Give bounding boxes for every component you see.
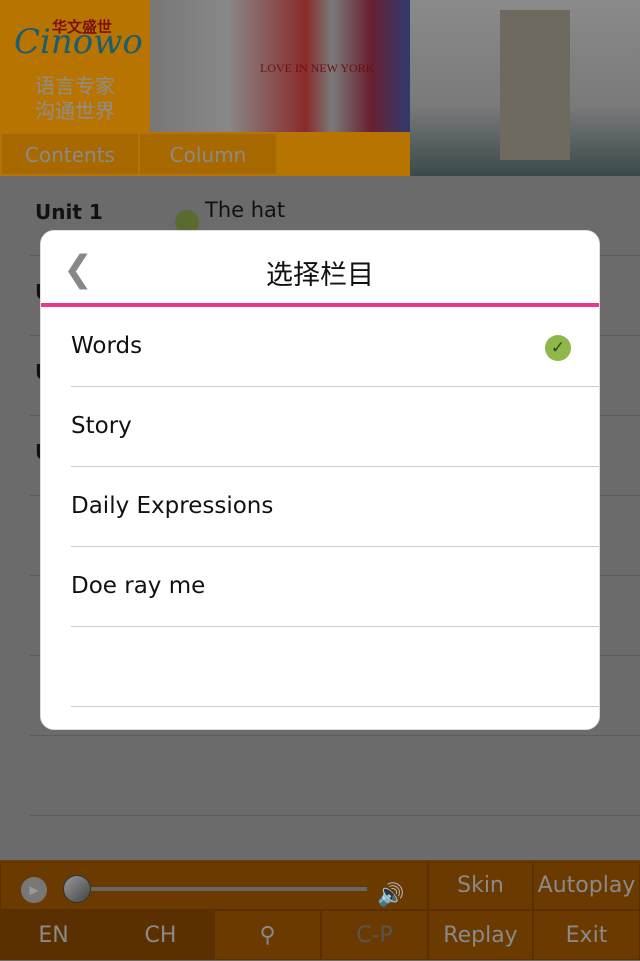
slogan-line2: 沟通世界	[35, 99, 115, 123]
slogan: 语言专家 沟通世界	[0, 74, 150, 124]
logo: Cinowo 华文盛世 语言专家 沟通世界	[0, 0, 150, 132]
list-item	[30, 736, 640, 816]
skin-button[interactable]: Skin	[428, 862, 533, 910]
exit-button[interactable]: Exit	[533, 910, 640, 960]
logo-cn: 华文盛世	[52, 18, 113, 36]
option-doe-ray-me[interactable]: Doe ray me	[71, 547, 599, 627]
option-label: Story	[71, 413, 132, 439]
check-icon: ✓	[545, 335, 571, 361]
en-button[interactable]: EN	[0, 910, 107, 960]
option-label: Daily Expressions	[71, 493, 274, 519]
unit-label: Unit 1	[35, 200, 103, 224]
option-label: Words	[71, 333, 143, 359]
option-empty	[71, 627, 599, 707]
option-label: Doe ray me	[71, 573, 206, 599]
option-story[interactable]: Story	[71, 387, 599, 467]
tab-column[interactable]: Column	[140, 134, 276, 174]
replay-button[interactable]: Replay	[428, 910, 533, 960]
search-button[interactable]: ⚲	[214, 910, 321, 960]
ch-button[interactable]: CH	[107, 910, 214, 960]
bottom-toolbar: ▶ 🔊 Skin Autoplay EN CH ⚲ C-P Replay Exi…	[0, 860, 640, 960]
audio-player: ▶ 🔊	[0, 862, 428, 910]
tower-bridge-photo	[410, 0, 640, 176]
play-icon[interactable]: ▶	[21, 877, 47, 903]
header: Cinowo 华文盛世 语言专家 沟通世界 LOVE IN NEW YORK C…	[0, 0, 640, 176]
lesson-title: The hat	[205, 198, 286, 222]
tab-contents[interactable]: Contents	[2, 134, 138, 174]
slogan-line1: 语言专家	[35, 74, 115, 98]
option-daily-expressions[interactable]: Daily Expressions	[71, 467, 599, 547]
cp-button[interactable]: C-P	[321, 910, 428, 960]
option-words[interactable]: Words ✓	[71, 307, 599, 387]
progress-slider[interactable]	[81, 887, 367, 891]
search-icon: ⚲	[259, 923, 276, 948]
slider-handle[interactable]	[63, 875, 91, 903]
dialog-header: ❮ 选择栏目	[41, 231, 599, 307]
tower-shape	[500, 10, 570, 160]
banner-text: LOVE IN NEW YORK	[260, 61, 375, 75]
banner-image: LOVE IN NEW YORK	[150, 0, 410, 140]
tab-bar: Contents Column	[0, 132, 410, 176]
select-column-dialog: ❮ 选择栏目 Words ✓ Story Daily Expressions Do…	[40, 230, 600, 730]
dialog-title: 选择栏目	[266, 260, 374, 291]
autoplay-button[interactable]: Autoplay	[533, 862, 640, 910]
